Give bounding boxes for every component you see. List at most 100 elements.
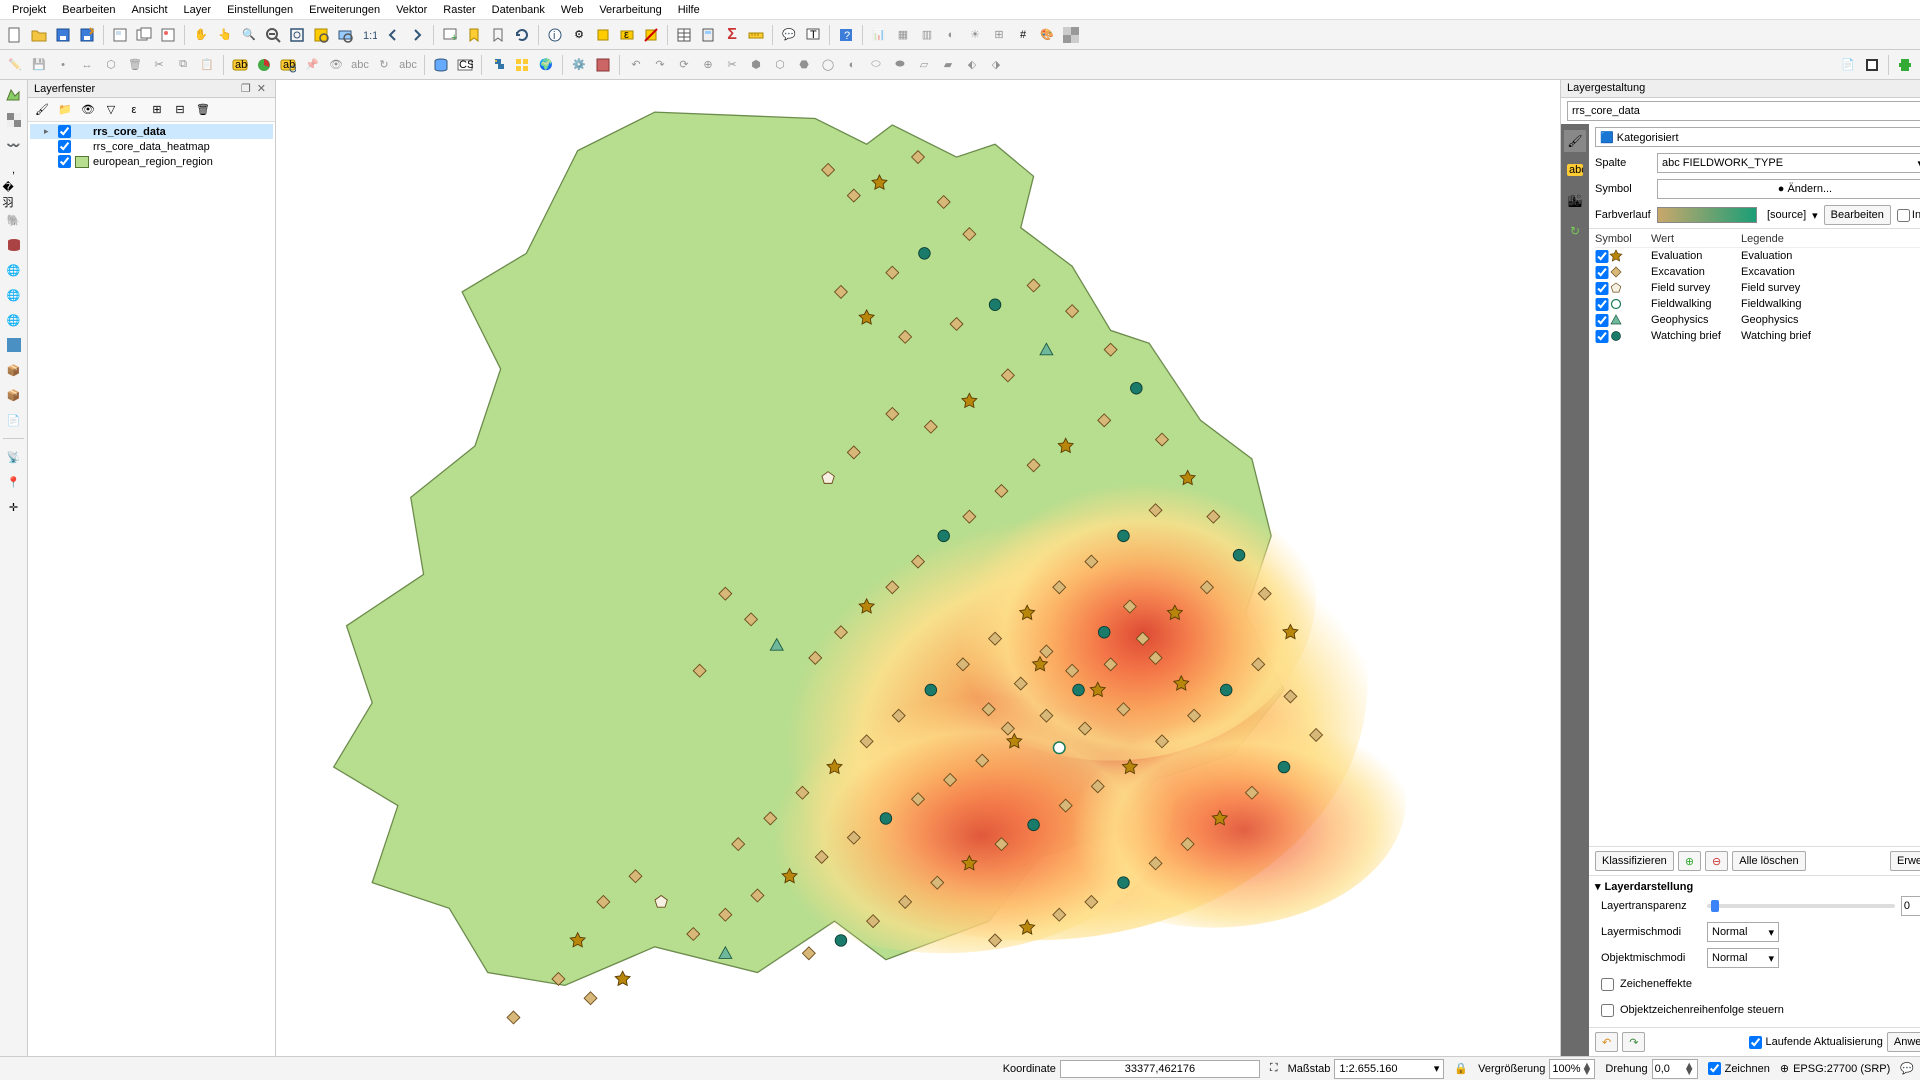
save-project-button[interactable] [52,24,74,46]
zoom-full-button[interactable] [286,24,308,46]
scale-selector[interactable]: 1:2.655.160▾ [1334,1059,1444,1079]
redo-style-button[interactable]: ↷ [1622,1032,1645,1052]
extents-icon[interactable]: ⛶ [1270,1062,1278,1075]
add-mesh-layer-button[interactable]: 〰️ [3,134,25,156]
control-order-checkbox[interactable] [1601,1004,1614,1017]
undo-dig-button[interactable]: ↶ [625,54,647,76]
raster-tool-icon[interactable]: ▦ [892,24,914,46]
adv-dig-12[interactable]: ▰ [937,54,959,76]
category-list[interactable]: SymbolWertLegende EvaluationEvaluation E… [1589,228,1920,847]
move-feature-button[interactable]: ↔ [76,54,98,76]
add-wfs-button[interactable]: 🌐 [3,309,25,331]
layout-manager-button[interactable] [133,24,155,46]
pin-labels-button[interactable]: 📌 [301,54,323,76]
globe-button[interactable]: 🌍 [535,54,557,76]
pan-button[interactable]: ✋ [190,24,212,46]
zoom-next-button[interactable] [406,24,428,46]
category-row-watching-brief[interactable]: Watching briefWatching brief [1595,328,1920,344]
adv-dig-3[interactable]: ✂ [721,54,743,76]
new-bookmark-button[interactable] [463,24,485,46]
new-map-view-button[interactable]: + [439,24,461,46]
add-vector-layer-button[interactable] [3,84,25,106]
maptips-button[interactable]: 💬 [778,24,800,46]
grid-overlay-button[interactable] [511,54,533,76]
move-label-button[interactable]: abc [349,54,371,76]
csw-button[interactable]: CSW [454,54,476,76]
menu-datenbank[interactable]: Datenbank [484,2,553,18]
select-features-button[interactable] [592,24,614,46]
chevron-down-icon[interactable]: ▾ [1812,209,1818,222]
show-labels-button[interactable]: 👁 [325,54,347,76]
layer-visibility-checkbox[interactable] [58,140,71,153]
zoom-out-button[interactable] [262,24,284,46]
category-row-fieldwalking[interactable]: FieldwalkingFieldwalking [1595,296,1920,312]
node-tool-button[interactable]: ⬡ [100,54,122,76]
cat-check[interactable] [1595,282,1609,295]
layer-visibility-checkbox[interactable] [58,125,71,138]
show-bookmarks-button[interactable] [487,24,509,46]
paste-features-button[interactable]: 📋 [196,54,218,76]
transparency-spin[interactable]: 0▲▼ [1901,896,1920,916]
help-button[interactable]: ? [835,24,857,46]
zoom-last-button[interactable] [382,24,404,46]
crs-button[interactable]: EPSG:27700 (SRP) [1793,1063,1890,1075]
symbology-tab[interactable]: 🖌 [1564,130,1586,152]
add-raster-layer-button[interactable] [3,109,25,131]
tracking-tool-icon[interactable]: 📍 [3,471,25,493]
open-attribute-table-button[interactable] [673,24,695,46]
adv-dig-11[interactable]: ▱ [913,54,935,76]
add-wcs-button[interactable]: 🌐 [3,284,25,306]
draw-effects-checkbox[interactable] [1601,978,1614,991]
print-layout-button[interactable] [109,24,131,46]
3d-tab[interactable]: 🏙 [1564,190,1586,212]
save-as-button[interactable] [76,24,98,46]
history-tab[interactable]: ↻ [1564,220,1586,242]
adv-dig-2[interactable]: ⊕ [697,54,719,76]
remove-category-button[interactable]: ⊖ [1705,851,1728,871]
menu-einstellungen[interactable]: Einstellungen [219,2,301,18]
menu-hilfe[interactable]: Hilfe [670,2,708,18]
virtual-layer-button[interactable]: 📄 [1837,54,1859,76]
color-tool-icon[interactable]: 🎨 [1036,24,1058,46]
category-row-evaluation[interactable]: EvaluationEvaluation [1595,248,1920,264]
add-category-button[interactable]: ⊕ [1678,851,1701,871]
expand-icon[interactable]: ▸ [44,126,54,137]
annotation-button[interactable]: T [802,24,824,46]
add-delimited-layer-button[interactable]: , [3,159,25,181]
expression-filter-icon[interactable]: ε [124,100,144,120]
gps-tool-icon[interactable]: 📡 [3,446,25,468]
renderer-selector[interactable]: 🟦 Kategorisiert▾ [1595,127,1920,147]
messages-icon[interactable]: 💬 [1900,1062,1914,1075]
zoom-layer-button[interactable] [334,24,356,46]
layer-panel-undock-icon[interactable]: ❐ [238,83,254,95]
menu-raster[interactable]: Raster [435,2,483,18]
statistics-button[interactable]: Σ [721,24,743,46]
python-console-button[interactable] [487,54,509,76]
adv-dig-5[interactable]: ⬡ [769,54,791,76]
coordinate-capture-icon[interactable]: ✛ [3,496,25,518]
pan-to-selection-button[interactable]: 👆 [214,24,236,46]
layer-styling-icon[interactable]: 🖌 [32,100,52,120]
label-abc-button[interactable]: abc [229,54,251,76]
transparency-slider[interactable] [1707,904,1895,908]
refresh-button[interactable] [511,24,533,46]
redo-dig-button[interactable]: ↷ [649,54,671,76]
adv-dig-8[interactable]: ◐ [841,54,863,76]
category-row-excavation[interactable]: ExcavationExcavation [1595,264,1920,280]
deselect-button[interactable] [640,24,662,46]
cat-check[interactable] [1595,266,1609,279]
zoom-selection-button[interactable] [310,24,332,46]
change-label-button[interactable]: abc [397,54,419,76]
georef-button[interactable] [1861,54,1883,76]
edit-ramp-button[interactable]: Bearbeiten [1824,205,1891,225]
cat-check[interactable] [1595,314,1609,327]
add-virtual-button[interactable]: 📦 [3,359,25,381]
undo-style-button[interactable]: ↶ [1595,1032,1618,1052]
graphical-modeler-button[interactable] [592,54,614,76]
labels-tab[interactable]: abc [1564,160,1586,182]
layer-selector[interactable]: rrs_core_data▾ [1567,101,1920,121]
category-row-field-survey[interactable]: Field surveyField survey [1595,280,1920,296]
menu-ansicht[interactable]: Ansicht [123,2,175,18]
vector-tool-icon[interactable]: ▥ [916,24,938,46]
new-shapefile-button[interactable]: 📄 [3,409,25,431]
